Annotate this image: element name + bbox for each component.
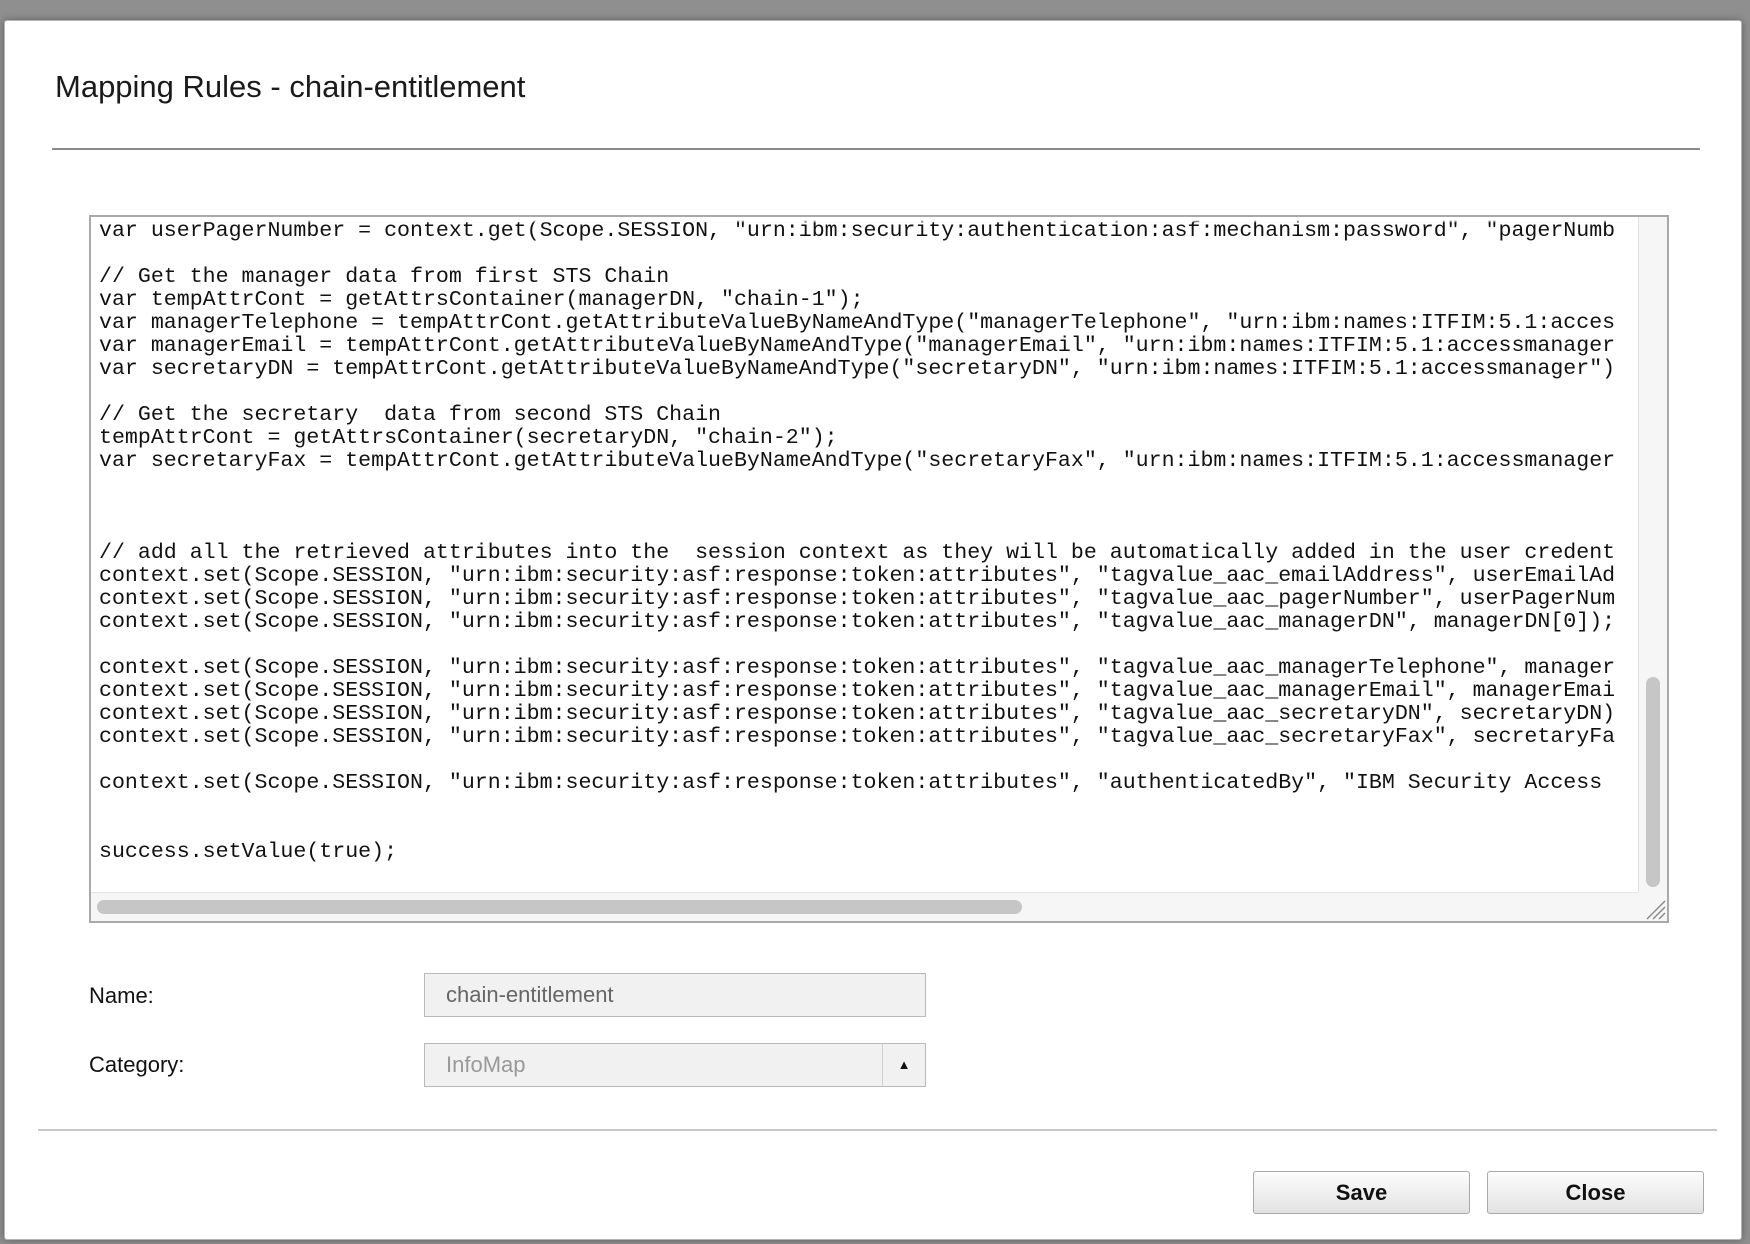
code-line: // add all the retrieved attributes into… [99,542,1616,565]
code-editor[interactable]: var userPagerNumber = context.get(Scope.… [89,215,1669,923]
code-line: context.set(Scope.SESSION, "urn:ibm:secu… [99,588,1616,611]
name-label: Name: [89,983,154,1008]
editor-top-clip [91,217,1667,223]
dropdown-arrow-icon[interactable]: ▲ [882,1044,925,1086]
category-select[interactable]: InfoMap ▲ [424,1043,926,1087]
horizontal-scroll-thumb[interactable] [97,900,1022,914]
save-button[interactable]: Save [1253,1171,1470,1214]
code-line: context.set(Scope.SESSION, "urn:ibm:secu… [99,703,1616,726]
code-line: context.set(Scope.SESSION, "urn:ibm:secu… [99,726,1616,749]
vertical-scroll-thumb[interactable] [1646,677,1660,887]
category-label: Category: [89,1052,185,1077]
code-line: context.set(Scope.SESSION, "urn:ibm:secu… [99,565,1616,588]
code-line: var tempAttrCont = getAttrsContainer(man… [99,289,864,312]
code-line: // Get the secretary data from second ST… [99,404,722,427]
name-field[interactable]: chain-entitlement [424,973,926,1017]
code-line: var userPagerNumber = context.get(Scope.… [99,220,1616,243]
horizontal-scrollbar[interactable] [91,892,1639,921]
code-line: tempAttrCont = getAttrsContainer(secreta… [99,427,838,450]
code-line: // Get the manager data from first STS C… [99,266,670,289]
code-line: context.set(Scope.SESSION, "urn:ibm:secu… [99,680,1616,703]
code-line: context.set(Scope.SESSION, "urn:ibm:secu… [99,657,1616,680]
code-line: success.setValue(true); [99,841,398,864]
resize-handle-icon[interactable] [1639,893,1667,921]
code-line: var managerTelephone = tempAttrCont.getA… [99,312,1616,335]
code-line: context.set(Scope.SESSION, "urn:ibm:secu… [99,611,1616,634]
category-value: InfoMap [446,1052,526,1077]
close-button[interactable]: Close [1487,1171,1704,1214]
dialog-title: Mapping Rules - chain-entitlement [55,69,526,104]
code-text[interactable]: var userPagerNumber = context.get(Scope.… [99,220,1639,900]
code-line: var secretaryDN = tempAttrCont.getAttrib… [99,358,1616,381]
code-line: context.set(Scope.SESSION, "urn:ibm:secu… [99,772,1603,795]
vertical-scrollbar[interactable] [1638,217,1667,895]
code-line: var secretaryFax = tempAttrCont.getAttri… [99,450,1616,473]
footer-divider [38,1129,1717,1131]
mapping-rules-dialog: Mapping Rules - chain-entitlement var us… [4,20,1742,1240]
code-line: var managerEmail = tempAttrCont.getAttri… [99,335,1616,358]
title-divider [52,148,1700,150]
